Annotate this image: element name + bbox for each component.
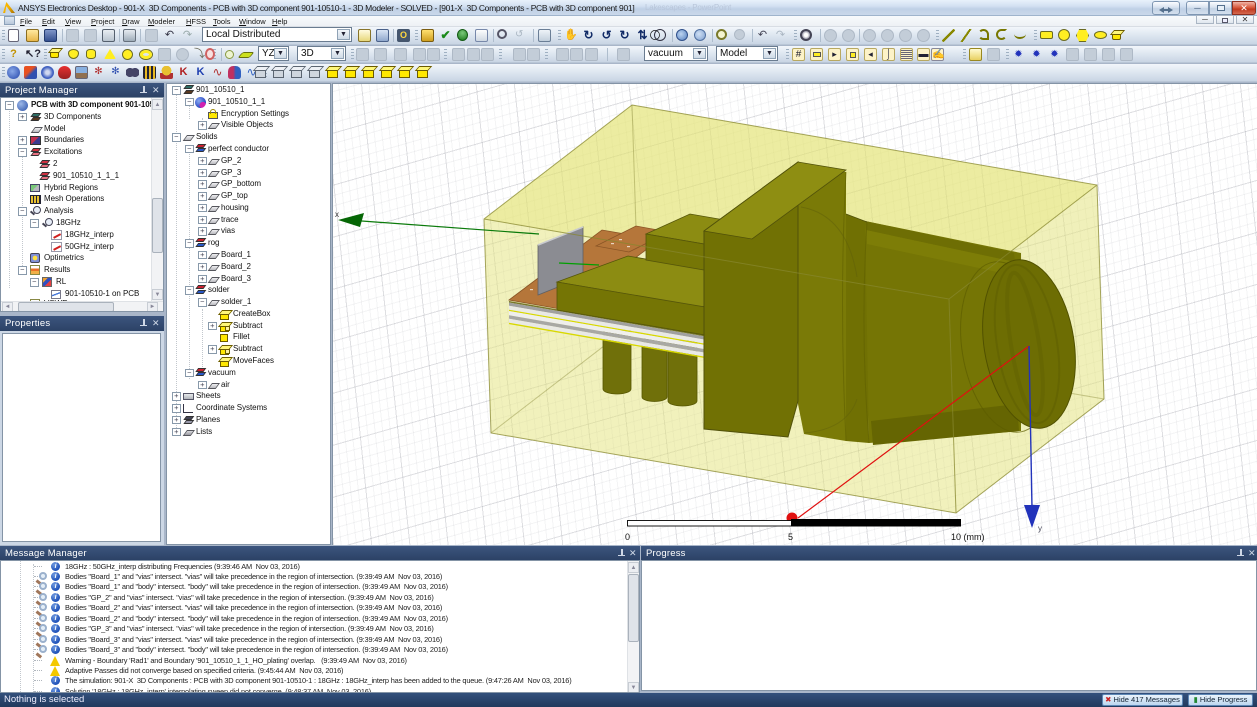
svg-text:x: x [335,210,339,219]
svg-text:0: 0 [625,532,630,542]
svg-text:10 (mm): 10 (mm) [951,532,985,542]
svg-text:y: y [1038,524,1042,533]
svg-text:5: 5 [788,532,793,542]
